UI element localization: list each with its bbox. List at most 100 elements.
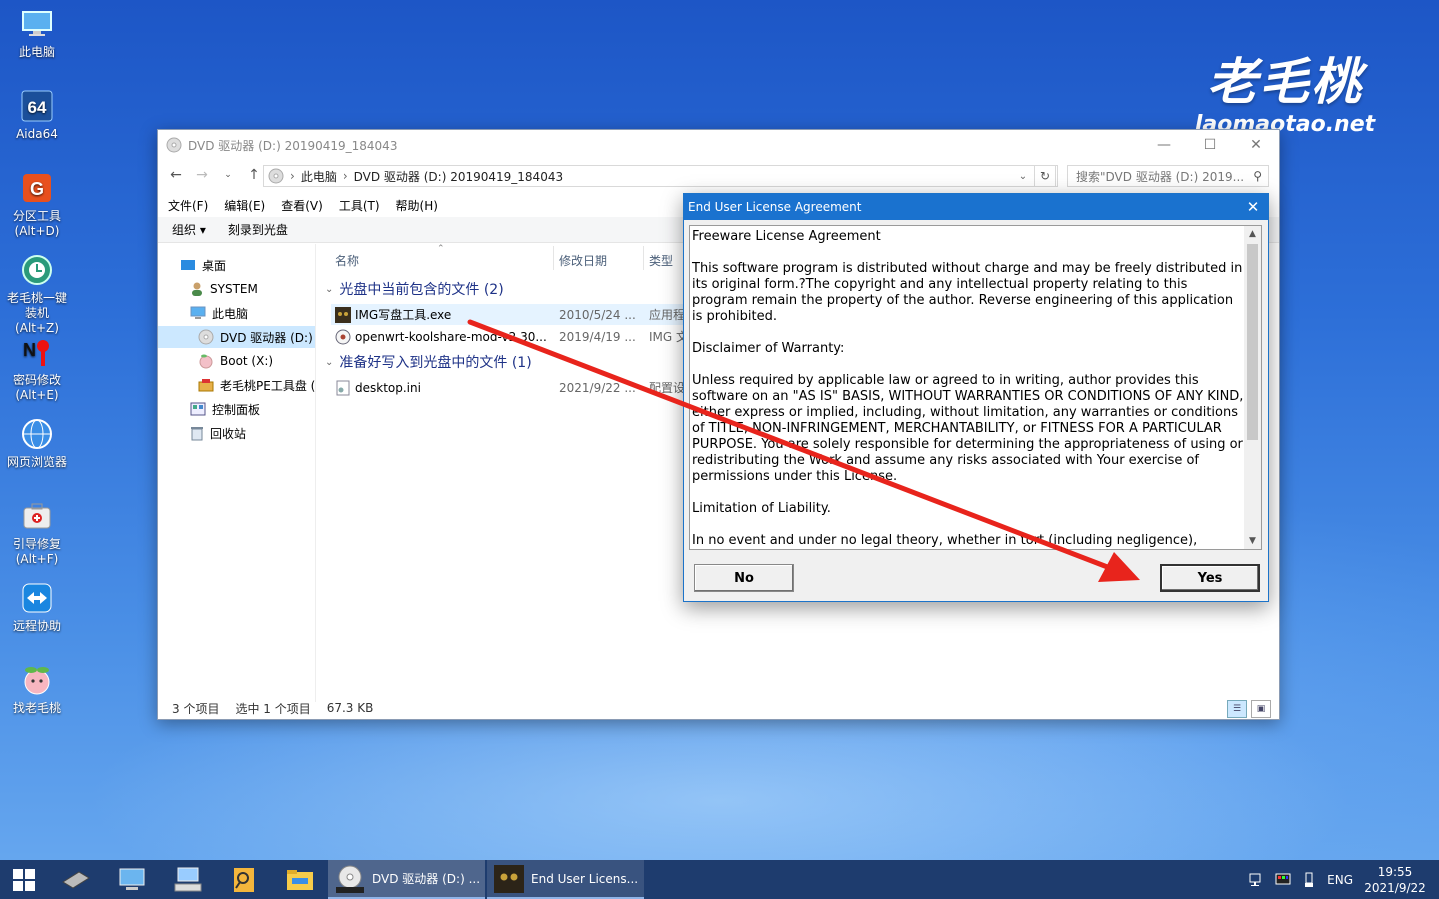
start-button[interactable] xyxy=(0,860,48,899)
tree-item-label: 控制面板 xyxy=(212,402,261,417)
clock[interactable]: 19:55 2021/9/22 xyxy=(1363,864,1427,896)
file-date: 2021/9/22 ... xyxy=(559,380,636,395)
user-icon xyxy=(192,282,202,296)
tree-item-label: Boot (X:) xyxy=(220,354,274,368)
taskbar-search-tool-icon[interactable] xyxy=(216,860,272,899)
address-bar[interactable]: › 此电脑 › DVD 驱动器 (D:) 20190419_184043 xyxy=(263,165,1058,187)
license-paragraph: Unless required by applicable law or agr… xyxy=(692,373,1244,484)
tree-item-pe-toolkit[interactable]: 老毛桃PE工具盘 ( xyxy=(198,374,315,396)
tree-item-this-pc[interactable]: 此电脑 xyxy=(190,302,248,324)
desktop-icon-partition-tool[interactable]: G 分区工具 (Alt+D) xyxy=(4,170,70,239)
menu-edit[interactable]: 编辑(E) xyxy=(224,197,265,214)
scroll-down-icon[interactable]: ▼ xyxy=(1244,533,1261,549)
up-arrow-icon[interactable]: ↑ xyxy=(244,167,264,183)
taskbar-file-explorer-icon[interactable] xyxy=(272,860,328,899)
vertical-scrollbar[interactable]: ▲ ▼ xyxy=(1244,226,1261,549)
tree-item-label: 此电脑 xyxy=(212,306,249,321)
yes-button[interactable]: Yes xyxy=(1160,564,1260,592)
menu-file[interactable]: 文件(F) xyxy=(168,197,208,214)
group-header-current-files[interactable]: ⌄ 光盘中当前包含的文件 (2) xyxy=(325,279,504,299)
window-controls: — ☐ ✕ xyxy=(1141,130,1279,159)
menu-help[interactable]: 帮助(H) xyxy=(396,197,438,214)
license-paragraph: Limitation of Liability. xyxy=(692,501,831,516)
column-header-name[interactable]: 名称 xyxy=(335,252,359,269)
taskbar-task-explorer[interactable]: DVD 驱动器 (D:) ... xyxy=(328,860,485,899)
tree-item-desktop[interactable]: 桌面 xyxy=(180,254,226,276)
tree-item-recycle-bin[interactable]: 回收站 xyxy=(190,422,246,444)
first-aid-icon xyxy=(19,498,55,534)
clock-time: 19:55 xyxy=(1377,864,1413,879)
column-header-date[interactable]: 修改日期 xyxy=(559,252,607,269)
menu-bar: 文件(F) 编辑(E) 查看(V) 工具(T) 帮助(H) xyxy=(158,194,438,216)
desktop-icon-password-change[interactable]: N 密码修改 (Alt+E) xyxy=(4,334,70,403)
breadcrumb-this-pc[interactable]: 此电脑 xyxy=(301,168,337,185)
no-button[interactable]: No xyxy=(694,564,794,592)
selected-count: 选中 1 个项目 xyxy=(235,701,311,716)
desktop-icon-label: 远程协助 xyxy=(12,619,61,633)
computer-icon xyxy=(190,306,206,319)
license-paragraph: Disclaimer of Warranty: xyxy=(692,341,845,356)
drive-icon xyxy=(199,354,213,369)
tree-item-system[interactable]: SYSTEM xyxy=(190,278,258,300)
forward-arrow-icon[interactable]: → xyxy=(192,167,212,183)
taskbar-memory-icon[interactable] xyxy=(48,860,104,899)
group-header-ready-to-write[interactable]: ⌄ 准备好写入到光盘中的文件 (1) xyxy=(325,352,532,372)
img-writer-icon xyxy=(494,864,524,893)
breadcrumb-dvd-drive[interactable]: DVD 驱动器 (D:) 20190419_184043 xyxy=(354,168,563,185)
license-text-box[interactable]: Freeware License Agreement This software… xyxy=(689,225,1262,550)
menu-view[interactable]: 查看(V) xyxy=(281,197,323,214)
dialog-title-bar[interactable]: End User License Agreement ✕ xyxy=(684,194,1268,220)
sort-ascending-icon: ⌃ xyxy=(437,244,445,254)
column-divider[interactable] xyxy=(553,246,554,270)
tree-item-label: 老毛桃PE工具盘 ( xyxy=(220,378,316,393)
close-icon[interactable]: ✕ xyxy=(1238,194,1268,220)
desktop-icon-label: 密码修改 (Alt+E) xyxy=(12,373,61,402)
desktop-icon-boot-repair[interactable]: 引导修复 (Alt+F) xyxy=(4,498,70,567)
details-view-icon[interactable]: ☰ xyxy=(1227,700,1247,718)
organize-button[interactable]: 组织 ▾ xyxy=(172,221,206,238)
close-button[interactable]: ✕ xyxy=(1233,130,1279,159)
scroll-up-icon[interactable]: ▲ xyxy=(1244,226,1261,242)
desktop-icon-remote-assist[interactable]: 远程协助 xyxy=(4,580,70,634)
minimize-button[interactable]: — xyxy=(1141,130,1187,159)
license-heading: Freeware License Agreement xyxy=(692,229,881,244)
scrollbar-thumb[interactable] xyxy=(1247,244,1258,440)
menu-tools[interactable]: 工具(T) xyxy=(339,197,380,214)
tree-item-control-panel[interactable]: 控制面板 xyxy=(190,398,260,420)
maximize-button[interactable]: ☐ xyxy=(1187,130,1233,159)
svg-text:N: N xyxy=(23,340,36,360)
taskbar-task-eula[interactable]: End User Licens... xyxy=(487,860,644,899)
license-text: Freeware License Agreement This software… xyxy=(692,229,1244,549)
recent-locations-chevron-icon[interactable]: ⌄ xyxy=(218,170,238,180)
large-icons-view-icon[interactable]: ▣ xyxy=(1251,700,1271,718)
desktop-icon-web-browser[interactable]: 网页浏览器 xyxy=(4,416,70,470)
back-arrow-icon[interactable]: ← xyxy=(166,167,186,183)
tree-item-boot[interactable]: Boot (X:) xyxy=(198,350,273,372)
desktop-icon-this-pc[interactable]: 此电脑 xyxy=(4,6,70,60)
view-switcher: ☰ ▣ xyxy=(1227,700,1271,718)
taskbar-computer-tool-icon[interactable] xyxy=(104,860,160,899)
column-divider[interactable] xyxy=(643,246,644,270)
desktop-icon-aida64[interactable]: 64 Aida64 xyxy=(4,88,70,142)
display-icon[interactable] xyxy=(1275,872,1291,888)
column-header-type[interactable]: 类型 xyxy=(649,252,673,269)
search-input[interactable]: 搜索"DVD 驱动器 (D:) 2019... ⚲ xyxy=(1067,165,1269,187)
desktop-icon-label: 此电脑 xyxy=(18,45,55,59)
aida64-icon: 64 xyxy=(19,88,55,124)
network-icon[interactable] xyxy=(1249,872,1265,888)
tree-item-label: 桌面 xyxy=(202,258,227,273)
taskbar-keyboard-pc-icon[interactable] xyxy=(160,860,216,899)
explorer-title-bar[interactable]: DVD 驱动器 (D:) 20190419_184043 xyxy=(158,130,1279,160)
usb-device-icon[interactable] xyxy=(1301,872,1317,888)
taskbar: DVD 驱动器 (D:) ... End User Licens... ENG … xyxy=(0,860,1439,899)
file-date: 2019/4/19 ... xyxy=(559,329,636,344)
desktop-icon-find-laomaotao[interactable]: 找老毛桃 xyxy=(4,662,70,716)
input-language[interactable]: ENG xyxy=(1327,873,1353,887)
dvd-drive-icon xyxy=(268,168,284,184)
burn-to-disc-button[interactable]: 刻录到光盘 xyxy=(228,221,288,238)
tree-item-dvd-drive[interactable]: DVD 驱动器 (D:) xyxy=(158,326,315,348)
exe-icon xyxy=(335,306,351,323)
address-dropdown-chevron-icon[interactable]: ⌄ xyxy=(1016,166,1030,186)
refresh-icon[interactable]: ↻ xyxy=(1034,165,1056,187)
desktop-icon-one-click-install[interactable]: 老毛桃一键 装机(Alt+Z) xyxy=(4,252,70,336)
